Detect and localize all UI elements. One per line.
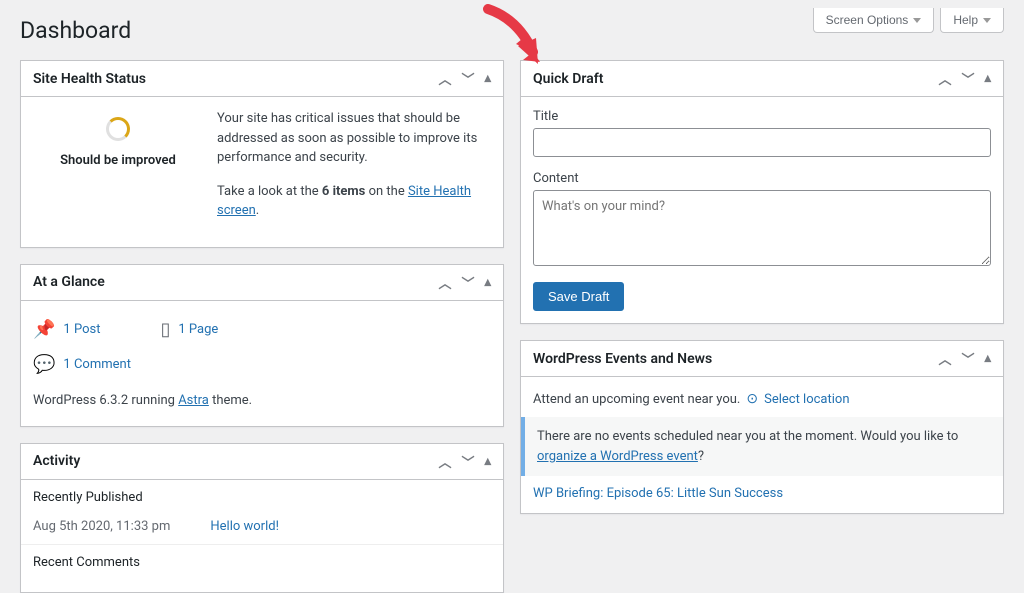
toggle-icon[interactable]: ▴: [484, 71, 491, 86]
site-health-widget: Site Health Status ︿ ﹀ ▴ Should be impro…: [20, 60, 504, 248]
glance-posts-link[interactable]: 📌 1 Post: [33, 319, 100, 340]
no-events-notice: There are no events scheduled near you a…: [521, 417, 1003, 476]
activity-post-row: Aug 5th 2020, 11:33 pm Hello world!: [21, 515, 503, 544]
post-link[interactable]: Hello world!: [210, 519, 279, 534]
health-cta: Take a look at the 6 items on the Site H…: [217, 182, 491, 221]
move-down-icon[interactable]: ﹀: [461, 452, 474, 471]
activity-widget: Activity ︿ ﹀ ▴ Recently Published Aug 5t…: [20, 443, 504, 593]
at-a-glance-widget: At a Glance ︿ ﹀ ▴ 📌 1 Post ▯: [20, 264, 504, 427]
widget-title: Quick Draft: [533, 71, 603, 87]
wp-version-text: WordPress 6.3.2 running Astra theme.: [33, 387, 491, 414]
move-up-icon[interactable]: ︿: [938, 349, 951, 368]
glance-comments-link[interactable]: 💬 1 Comment: [33, 350, 491, 387]
attend-text: Attend an upcoming event near you.: [533, 392, 740, 407]
widget-title: WordPress Events and News: [533, 351, 712, 367]
chevron-down-icon: [913, 18, 921, 23]
organize-event-link[interactable]: organize a WordPress event: [537, 449, 698, 464]
move-down-icon[interactable]: ﹀: [461, 69, 474, 88]
move-up-icon[interactable]: ︿: [438, 69, 451, 88]
move-up-icon[interactable]: ︿: [938, 69, 951, 88]
location-pin-icon: ⊙: [746, 391, 758, 407]
recently-published-heading: Recently Published: [21, 480, 503, 515]
quick-draft-widget: Quick Draft ︿ ﹀ ▴ Title Content Save Dra…: [520, 60, 1004, 324]
draft-title-input[interactable]: [533, 128, 991, 157]
move-up-icon[interactable]: ︿: [438, 273, 451, 292]
health-status-label: Should be improved: [60, 153, 176, 168]
health-progress-icon: [106, 117, 130, 141]
toggle-icon[interactable]: ▴: [984, 71, 991, 86]
chevron-down-icon: [983, 18, 991, 23]
toggle-icon[interactable]: ▴: [984, 351, 991, 366]
move-down-icon[interactable]: ﹀: [461, 273, 474, 292]
toggle-icon[interactable]: ▴: [484, 275, 491, 290]
move-up-icon[interactable]: ︿: [438, 452, 451, 471]
select-location-link[interactable]: Select location: [764, 392, 849, 407]
theme-link[interactable]: Astra: [178, 393, 209, 408]
help-label: Help: [953, 13, 978, 27]
pin-icon: 📌: [33, 319, 55, 340]
content-label: Content: [533, 171, 991, 186]
widget-title: Activity: [33, 453, 80, 469]
widget-title: Site Health Status: [33, 71, 146, 87]
recent-comments-heading: Recent Comments: [21, 544, 503, 580]
title-label: Title: [533, 109, 991, 124]
post-date: Aug 5th 2020, 11:33 pm: [33, 519, 170, 534]
toggle-icon[interactable]: ▴: [484, 454, 491, 469]
screen-options-label: Screen Options: [826, 13, 909, 27]
move-down-icon[interactable]: ﹀: [961, 349, 974, 368]
health-description: Your site has critical issues that shoul…: [217, 109, 491, 168]
screen-options-button[interactable]: Screen Options: [813, 8, 935, 33]
move-down-icon[interactable]: ﹀: [961, 69, 974, 88]
widget-title: At a Glance: [33, 274, 105, 290]
help-button[interactable]: Help: [940, 8, 1004, 33]
comment-icon: 💬: [33, 354, 55, 375]
save-draft-button[interactable]: Save Draft: [533, 282, 624, 311]
page-icon: ▯: [160, 319, 170, 340]
glance-pages-link[interactable]: ▯ 1 Page: [160, 319, 218, 340]
page-title: Dashboard: [20, 8, 131, 48]
draft-content-textarea[interactable]: [533, 190, 991, 266]
news-link[interactable]: WP Briefing: Episode 65: Little Sun Succ…: [533, 486, 783, 501]
events-news-widget: WordPress Events and News ︿ ﹀ ▴ Attend a…: [520, 340, 1004, 514]
